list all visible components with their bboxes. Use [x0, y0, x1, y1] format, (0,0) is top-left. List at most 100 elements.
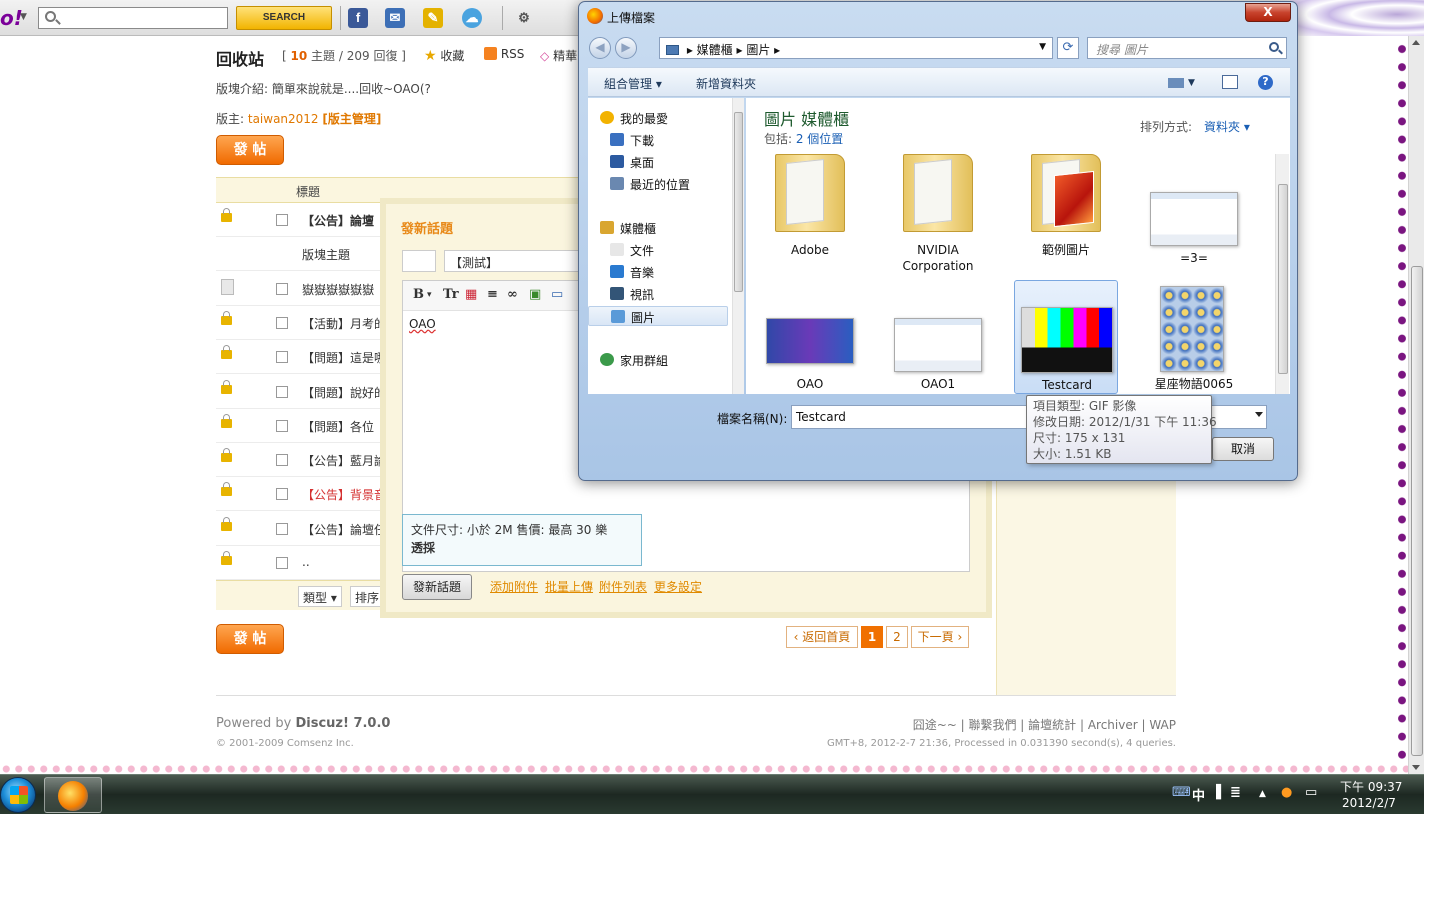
add-attachment-link[interactable]: 添加附件 [490, 578, 538, 595]
gear-icon[interactable]: ⚙ [514, 8, 534, 28]
view-options-icon[interactable] [1168, 78, 1184, 88]
weather-icon[interactable]: ☁ [462, 8, 482, 28]
taskbar-firefox-button[interactable] [44, 777, 102, 813]
cancel-button[interactable]: 取消 [1212, 437, 1274, 461]
tree-item-docs[interactable]: 文件 [588, 240, 728, 260]
pager-next[interactable]: 下一頁 › [911, 626, 969, 648]
facebook-icon[interactable]: f [348, 8, 368, 28]
dialog-close-button[interactable]: X [1245, 3, 1291, 22]
page-scrollbar-thumb[interactable] [1411, 266, 1423, 756]
batch-upload-link[interactable]: 批量上傳 [545, 578, 593, 595]
thread-title-link[interactable]: 【公告】藍月論 [302, 452, 386, 469]
rss-link[interactable]: RSS [484, 47, 524, 61]
tree-scrollbar[interactable] [732, 98, 744, 394]
bold-icon[interactable]: B [413, 287, 424, 302]
thread-title-link[interactable]: 【公告】背景音 [302, 486, 386, 503]
view-dropdown-icon[interactable]: ▼ [1188, 78, 1195, 88]
new-folder-button[interactable]: 新增資料夾 [696, 75, 756, 92]
file-list-scrollbar[interactable] [1275, 154, 1289, 394]
ime-chinese-indicator[interactable]: 中 [1192, 785, 1205, 804]
post-button-top[interactable]: 發 帖 [216, 135, 284, 165]
file-item[interactable]: Adobe [758, 154, 862, 268]
network-icon[interactable]: ▭ [1305, 785, 1317, 800]
tree-item-star[interactable]: 我的最愛 [588, 108, 728, 128]
thread-title-link[interactable]: .. [302, 555, 310, 569]
file-item[interactable]: =3= [1142, 154, 1246, 268]
tree-item-desktop[interactable]: 桌面 [588, 152, 728, 172]
notes-icon[interactable]: ✎ [423, 8, 443, 28]
font-size-icon[interactable]: Tr [443, 287, 459, 302]
tree-item-pictures[interactable]: 圖片 [588, 306, 728, 326]
library-locations-link[interactable]: 2 個位置 [796, 132, 843, 146]
input-method-icon[interactable]: ⌨ [1172, 785, 1191, 800]
tree-item-library[interactable]: 媒體櫃 [588, 218, 728, 238]
dialog-search-input[interactable]: 搜尋 圖片 [1087, 37, 1287, 59]
preview-pane-icon[interactable] [1222, 75, 1238, 89]
thread-title-link[interactable]: 【問題】各位 [302, 418, 374, 435]
image-icon[interactable]: ▣ [529, 287, 541, 302]
back-arrow-icon[interactable]: ◀ [589, 37, 611, 59]
address-segment-library[interactable]: 媒體櫃 [697, 43, 733, 57]
file-item[interactable]: 範例圖片 [1014, 154, 1118, 268]
thread-checkbox[interactable] [276, 454, 288, 467]
thread-checkbox[interactable] [276, 214, 288, 226]
thread-checkbox[interactable] [276, 351, 288, 364]
help-icon[interactable]: ? [1258, 75, 1273, 90]
thread-checkbox[interactable] [276, 522, 288, 535]
address-dropdown-icon[interactable]: ▼ [1039, 42, 1046, 52]
thread-checkbox[interactable] [276, 488, 288, 501]
color-grid-icon[interactable]: ▦ [465, 287, 477, 302]
scroll-down-icon[interactable] [1412, 765, 1420, 770]
toolbar-search-input[interactable] [38, 7, 228, 29]
clock-date[interactable]: 2012/2/7 [1342, 796, 1396, 810]
file-item[interactable]: Testcard [1014, 280, 1118, 394]
thread-title-link[interactable]: 【問題】這是哪 [302, 349, 386, 366]
favorite-link[interactable]: ★ 收藏 [424, 47, 464, 64]
start-button[interactable] [0, 777, 36, 813]
tree-item-video[interactable]: 視訊 [588, 284, 728, 304]
thread-title-link[interactable]: 【活動】月考的 [302, 315, 386, 332]
sort-dropdown[interactable]: 資料夾 ▾ [1204, 118, 1250, 135]
link-icon[interactable]: ∞ [507, 287, 518, 302]
align-icon[interactable]: ≡ [487, 287, 498, 302]
tray-app-icon[interactable]: ● [1281, 785, 1292, 800]
forward-arrow-icon[interactable]: ▶ [615, 37, 637, 59]
thread-checkbox[interactable] [276, 316, 288, 329]
ime-menu-icon[interactable]: ≣ [1230, 785, 1241, 800]
thread-checkbox[interactable] [276, 385, 288, 398]
refresh-icon[interactable]: ⟳ [1057, 37, 1079, 59]
more-settings-link[interactable]: 更多設定 [654, 578, 702, 595]
thread-title-link[interactable]: 【問題】說好的 [302, 384, 386, 401]
thread-checkbox[interactable] [276, 282, 288, 295]
tree-item-recent[interactable]: 最近的位置 [588, 174, 728, 194]
file-item[interactable]: NVIDIA Corporation [886, 154, 990, 273]
topic-icon-select[interactable] [402, 250, 436, 272]
clock-time[interactable]: 下午 09:37 [1340, 778, 1402, 795]
moderator-manage-link[interactable]: [版主管理] [322, 112, 381, 126]
address-segment-pictures[interactable]: 圖片 [746, 43, 770, 57]
post-button-bottom[interactable]: 發 帖 [216, 624, 284, 654]
mail-icon[interactable]: ✉ [385, 8, 405, 28]
digest-link[interactable]: ◇ 精華 [540, 47, 577, 64]
tree-item-homegroup[interactable]: 家用群組 [588, 350, 728, 370]
address-bar[interactable]: ▸ 媒體櫃 ▸ 圖片 ▸ ▼ [659, 37, 1053, 59]
pager-back-home[interactable]: ‹ 返回首頁 [786, 626, 858, 648]
thread-checkbox[interactable] [276, 419, 288, 432]
scroll-up-icon[interactable] [1412, 40, 1420, 45]
pager-page-1[interactable]: 1 [861, 626, 883, 648]
thread-title-link[interactable]: 嶽嶽嶽嶽嶽嶽 [302, 281, 374, 298]
thread-title-link[interactable]: 版塊主題 [302, 246, 350, 263]
thread-checkbox[interactable] [276, 557, 288, 569]
organize-menu[interactable]: 組合管理 ▾ [604, 75, 662, 92]
quote-icon[interactable]: ▭ [551, 287, 563, 302]
ime-mode-icon[interactable]: ▐ [1211, 785, 1221, 800]
attachment-list-link[interactable]: 附件列表 [599, 578, 647, 595]
bold-dropdown-icon[interactable]: ▾ [427, 290, 432, 300]
show-hidden-icons[interactable]: ▲ [1259, 789, 1266, 799]
file-item[interactable]: OAO [758, 280, 862, 394]
filename-dropdown-icon[interactable] [1255, 412, 1263, 417]
toolbar-search-button[interactable]: SEARCH [236, 6, 332, 30]
yahoo-menu-caret-icon[interactable]: ▼ [20, 12, 27, 22]
thread-title-link[interactable]: 【公告】論壇任 [302, 521, 386, 538]
file-item[interactable]: OAO1 [886, 280, 990, 394]
